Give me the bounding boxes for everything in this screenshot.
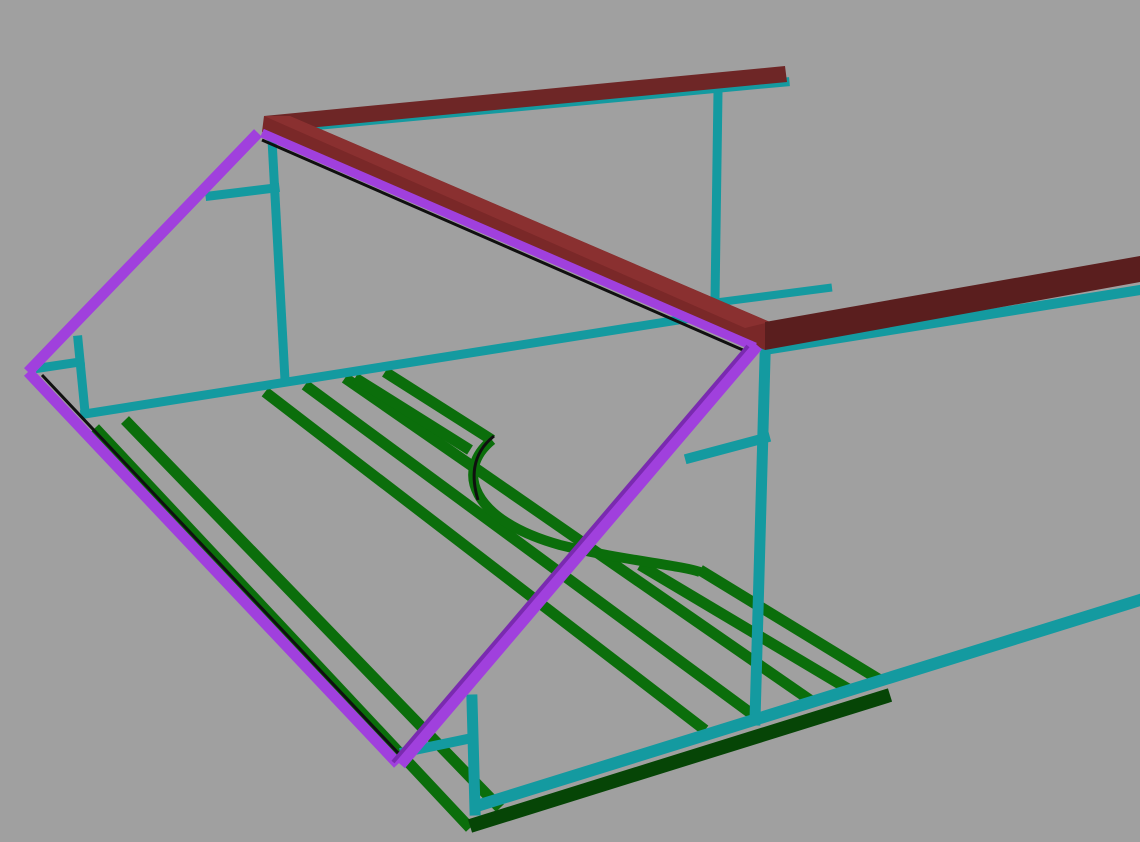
back-mid-rail: [715, 283, 833, 307]
floor-joist-5: [341, 373, 814, 705]
back-gable-post-inner: [267, 135, 290, 385]
back-rafter-lower: [24, 368, 402, 768]
front-gable-post-low: [466, 694, 481, 816]
3d-viewport[interactable]: [0, 0, 1140, 842]
floor-joist-8: [637, 560, 853, 695]
front-rafter: [395, 340, 762, 769]
floor-joist-9: [697, 565, 883, 685]
main-ridge-top: [264, 116, 770, 328]
floor-joist-2: [121, 416, 504, 812]
back-rafter-shadow: [40, 373, 402, 757]
ridge-purple-shadow: [261, 138, 753, 356]
wireframe-scene[interactable]: [0, 0, 1140, 842]
back-right-post: [710, 87, 723, 305]
back-rafter-upper: [24, 129, 262, 376]
floor-joist-1: [90, 424, 475, 832]
back-ridge-beam: [264, 66, 787, 132]
main-ridge-beam: [262, 116, 770, 350]
ridge-purple-rail: [260, 128, 757, 352]
front-gable-brace: [683, 431, 772, 465]
back-gable-post-low: [73, 335, 90, 417]
back-gable-brace: [204, 182, 281, 202]
back-gable-brace-low: [34, 356, 86, 374]
